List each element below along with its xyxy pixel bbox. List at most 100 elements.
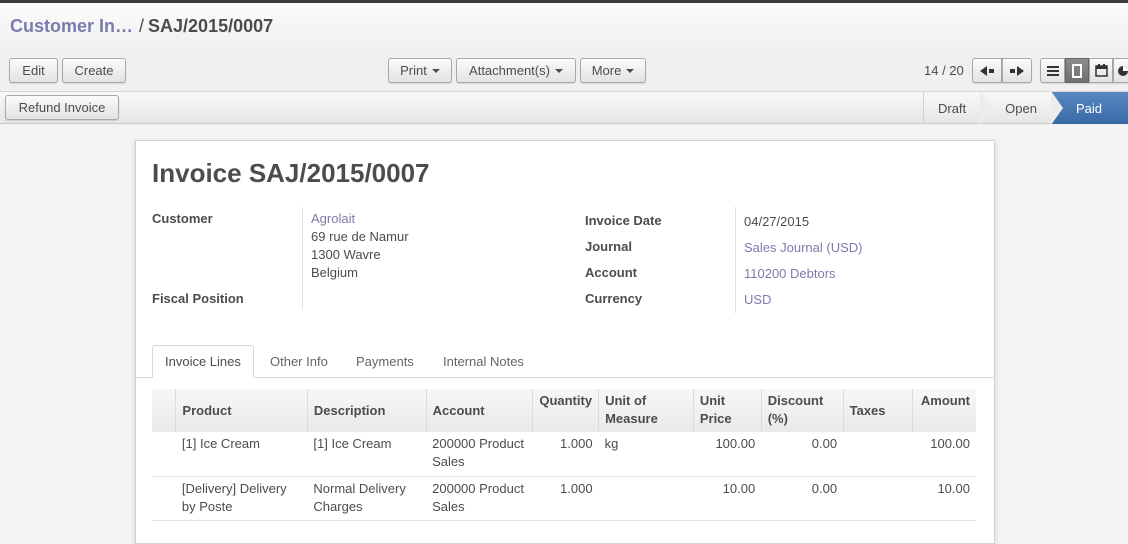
journal-link[interactable]: Sales Journal (USD) bbox=[744, 239, 863, 257]
column-header-taxes[interactable]: Taxes bbox=[842, 389, 913, 432]
list-icon bbox=[1046, 66, 1059, 76]
field-divider bbox=[735, 207, 736, 313]
account-text-2: Sales bbox=[432, 498, 465, 514]
customer-address-country: Belgium bbox=[311, 265, 358, 280]
refund-invoice-button[interactable]: Refund Invoice bbox=[5, 95, 119, 120]
cell-unit-price: 10.00 bbox=[693, 476, 762, 521]
description-text: Normal Delivery bbox=[313, 480, 406, 496]
cell-account: 200000 Product Sales bbox=[426, 476, 533, 521]
product-text: [Delivery] Delivery bbox=[181, 480, 287, 496]
pager-counter[interactable]: 14 / 20 bbox=[924, 63, 964, 78]
table-row[interactable]: [1] Ice Cream [1] Ice Cream 200000 Produ… bbox=[152, 432, 976, 477]
invoice-date-label: Invoice Date bbox=[585, 213, 662, 228]
column-header-amount[interactable]: Amount bbox=[912, 389, 976, 432]
cell-description: [1] Ice Cream bbox=[307, 432, 427, 477]
calendar-icon bbox=[1094, 64, 1108, 77]
cell-taxes bbox=[843, 476, 913, 521]
invoice-title: Invoice SAJ/2015/0007 bbox=[152, 158, 430, 188]
invoice-lines-table: Product Description Account Quantity Uni… bbox=[152, 389, 976, 521]
more-label: More bbox=[591, 63, 622, 78]
cell-amount: 100.00 bbox=[912, 432, 976, 477]
edit-button[interactable]: Edit bbox=[9, 58, 58, 83]
column-header-quantity[interactable]: Quantity bbox=[532, 389, 599, 432]
column-header-account[interactable]: Account bbox=[425, 389, 533, 432]
cell-discount: 0.00 bbox=[761, 432, 844, 477]
cell-account: 200000 Product Sales bbox=[426, 432, 533, 477]
customer-address-street: 69 rue de Namur bbox=[311, 229, 409, 244]
graph-view-button[interactable] bbox=[1113, 58, 1128, 83]
price-header-line2: Price bbox=[699, 411, 732, 426]
uom-header-line2: Measure bbox=[605, 411, 658, 426]
account-text: 200000 Product bbox=[432, 436, 524, 451]
fiscal-position-label: Fiscal Position bbox=[152, 291, 244, 306]
product-text-2: by Poste bbox=[181, 498, 233, 514]
caret-down-icon bbox=[431, 68, 440, 73]
table-row[interactable]: [Delivery] Delivery by Poste Normal Deliv… bbox=[152, 476, 976, 521]
account-text: 200000 Product bbox=[432, 480, 524, 496]
pager-previous-button[interactable] bbox=[972, 58, 1002, 83]
discount-header-line1: Discount bbox=[767, 393, 824, 408]
stage-open-label: Open bbox=[1005, 100, 1037, 116]
account-link[interactable]: 110200 Debtors bbox=[744, 265, 836, 283]
cell-product: [1] Ice Cream bbox=[175, 432, 308, 477]
form-view-button[interactable] bbox=[1065, 58, 1089, 83]
arrow-left-icon bbox=[980, 65, 987, 76]
column-header-description[interactable]: Description bbox=[306, 389, 427, 432]
invoice-form-sheet: Invoice SAJ/2015/0007 Customer Agrolait … bbox=[135, 140, 995, 544]
arrow-stem bbox=[1010, 68, 1015, 73]
currency-link[interactable]: USD bbox=[744, 291, 771, 309]
notebook-tabs: Invoice Lines Other Info Payments Intern… bbox=[136, 345, 994, 378]
cell-description: Normal Delivery Charges bbox=[307, 476, 427, 521]
invoice-date-value: 04/27/2015 bbox=[744, 214, 810, 229]
column-header-unit-price[interactable]: Unit Price bbox=[692, 389, 762, 432]
product-text: [1] Ice Cream bbox=[181, 436, 260, 451]
cell-uom bbox=[598, 476, 694, 521]
stage-draft-label: Draft bbox=[937, 100, 967, 116]
stage-draft[interactable]: Draft bbox=[922, 91, 993, 125]
field-divider bbox=[302, 207, 303, 309]
print-dropdown-button[interactable]: Print bbox=[388, 58, 452, 83]
more-dropdown-button[interactable]: More bbox=[580, 58, 646, 83]
arrow-stem bbox=[989, 68, 994, 73]
tab-internal-notes[interactable]: Internal Notes bbox=[443, 345, 524, 378]
breadcrumb: Customer In… / SAJ/2015/0007 bbox=[10, 16, 273, 37]
row-handle bbox=[152, 432, 176, 477]
stage-arrow bbox=[1050, 91, 1063, 125]
form-view-icon bbox=[1072, 63, 1082, 78]
account-text-2: Sales bbox=[432, 454, 465, 469]
stage-paid-label: Paid bbox=[1075, 100, 1102, 116]
row-handle bbox=[152, 476, 176, 521]
column-handle-header bbox=[152, 389, 176, 432]
list-view-button[interactable] bbox=[1040, 58, 1065, 83]
cell-unit-price: 100.00 bbox=[693, 432, 762, 477]
account-label: Account bbox=[585, 265, 637, 280]
uom-header-line1: Unit of bbox=[605, 393, 647, 408]
column-header-uom[interactable]: Unit of Measure bbox=[598, 389, 694, 432]
cell-taxes bbox=[843, 432, 913, 477]
customer-link[interactable]: Agrolait bbox=[311, 210, 355, 228]
customer-address-city: 1300 Wavre bbox=[311, 247, 381, 262]
caret-down-icon bbox=[626, 68, 635, 73]
calendar-view-button[interactable] bbox=[1089, 58, 1113, 83]
cell-discount: 0.00 bbox=[761, 476, 844, 521]
control-panel: Customer In… / SAJ/2015/0007 bbox=[0, 3, 1128, 56]
column-header-product[interactable]: Product bbox=[175, 389, 308, 432]
breadcrumb-separator: / bbox=[139, 16, 145, 36]
tab-other-info[interactable]: Other Info bbox=[270, 345, 328, 378]
cell-product: [Delivery] Delivery by Poste bbox=[175, 476, 308, 521]
print-label: Print bbox=[400, 63, 427, 78]
tab-payments[interactable]: Payments bbox=[356, 345, 414, 378]
description-text-2: Charges bbox=[313, 498, 363, 514]
caret-down-icon bbox=[554, 68, 563, 73]
create-button[interactable]: Create bbox=[62, 58, 126, 83]
journal-label: Journal bbox=[585, 239, 632, 254]
breadcrumb-current: SAJ/2015/0007 bbox=[148, 16, 274, 36]
discount-header-line2: (%) bbox=[767, 411, 788, 426]
attachments-dropdown-button[interactable]: Attachment(s) bbox=[456, 58, 576, 83]
column-header-discount[interactable]: Discount (%) bbox=[760, 389, 844, 432]
attachments-label: Attachment(s) bbox=[469, 63, 550, 78]
breadcrumb-parent-link[interactable]: Customer In… bbox=[10, 16, 133, 36]
cell-uom: kg bbox=[598, 432, 694, 477]
pager-next-button[interactable] bbox=[1002, 58, 1032, 83]
tab-invoice-lines[interactable]: Invoice Lines bbox=[152, 345, 254, 378]
